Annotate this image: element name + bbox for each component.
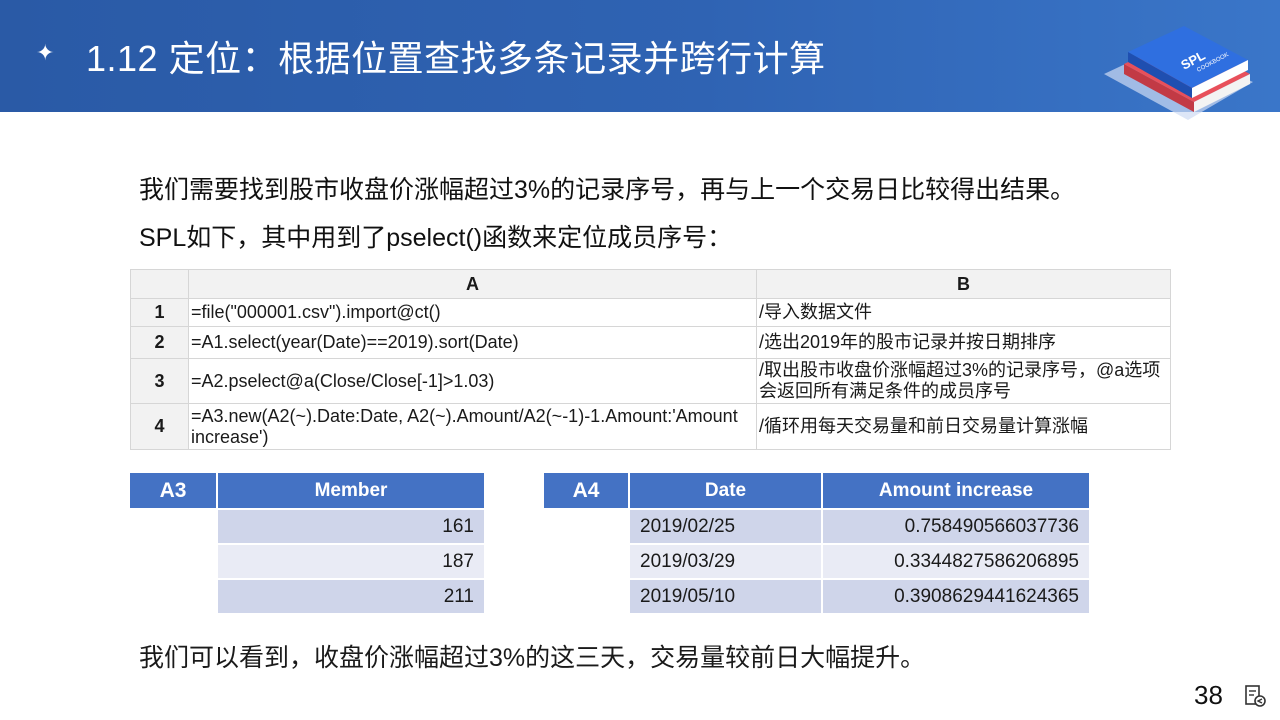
- title-bar: ✦ 1.12 定位：根据位置查找多条记录并跨行计算 SPL COOKBOOK: [0, 0, 1280, 120]
- row-number: 1: [130, 298, 189, 327]
- spl-cookbook-logo: SPL COOKBOOK: [1104, 26, 1253, 120]
- grid-col-a: A: [188, 269, 757, 299]
- grid-corner: [130, 269, 189, 299]
- amount-cell: 0.3344827586206895: [821, 543, 1089, 578]
- date-cell: 2019/02/25: [628, 508, 821, 543]
- result-tag: A3: [130, 473, 216, 508]
- intro-line-2: SPL如下，其中用到了pselect()函数来定位成员序号：: [139, 224, 733, 252]
- comment-cell[interactable]: /导入数据文件: [756, 298, 1171, 327]
- member-value: 187: [216, 543, 484, 578]
- result-tag: A4: [544, 473, 628, 508]
- column-header-amount: Amount increase: [821, 473, 1089, 508]
- page-number: 38: [1194, 680, 1223, 710]
- column-header-date: Date: [628, 473, 821, 508]
- member-value: 161: [216, 508, 484, 543]
- code-cell[interactable]: =A1.select(year(Date)==2019).sort(Date): [188, 326, 757, 359]
- comment-cell[interactable]: /选出2019年的股市记录并按日期排序: [756, 326, 1171, 359]
- column-header: Member: [216, 473, 484, 508]
- code-cell[interactable]: =file("000001.csv").import@ct(): [188, 298, 757, 327]
- result-table-a4: A4 Date Amount increase 2019/02/25 0.758…: [544, 473, 1089, 613]
- return-page-icon[interactable]: [1243, 684, 1267, 708]
- comment-cell[interactable]: /循环用每天交易量和前日交易量计算涨幅: [756, 403, 1171, 450]
- intro-line-1: 我们需要找到股市收盘价涨幅超过3%的记录序号，再与上一个交易日比较得出结果。: [139, 176, 1076, 204]
- amount-cell: 0.3908629441624365: [821, 578, 1089, 613]
- result-table-a3: A3 Member 161 187 211: [130, 473, 484, 613]
- date-cell: 2019/03/29: [628, 543, 821, 578]
- code-cell[interactable]: =A2.pselect@a(Close/Close[-1]>1.03): [188, 358, 757, 404]
- date-cell: 2019/05/10: [628, 578, 821, 613]
- comment-cell[interactable]: /取出股市收盘价涨幅超过3%的记录序号，@a选项会返回所有满足条件的成员序号: [756, 358, 1171, 404]
- page-title: 1.12 定位：根据位置查找多条记录并跨行计算: [86, 38, 826, 79]
- row-number: 4: [130, 403, 189, 450]
- member-value: 211: [216, 578, 484, 613]
- conclusion-text: 我们可以看到，收盘价涨幅超过3%的这三天，交易量较前日大幅提升。: [139, 644, 926, 672]
- spl-grid: A B 1 =file("000001.csv").import@ct() /导…: [130, 269, 1171, 450]
- sparkle-icon: ✦: [36, 40, 55, 65]
- row-number: 3: [130, 358, 189, 404]
- grid-col-b: B: [756, 269, 1171, 299]
- amount-cell: 0.758490566037736: [821, 508, 1089, 543]
- code-cell[interactable]: =A3.new(A2(~).Date:Date, A2(~).Amount/A2…: [188, 403, 757, 450]
- row-number: 2: [130, 326, 189, 359]
